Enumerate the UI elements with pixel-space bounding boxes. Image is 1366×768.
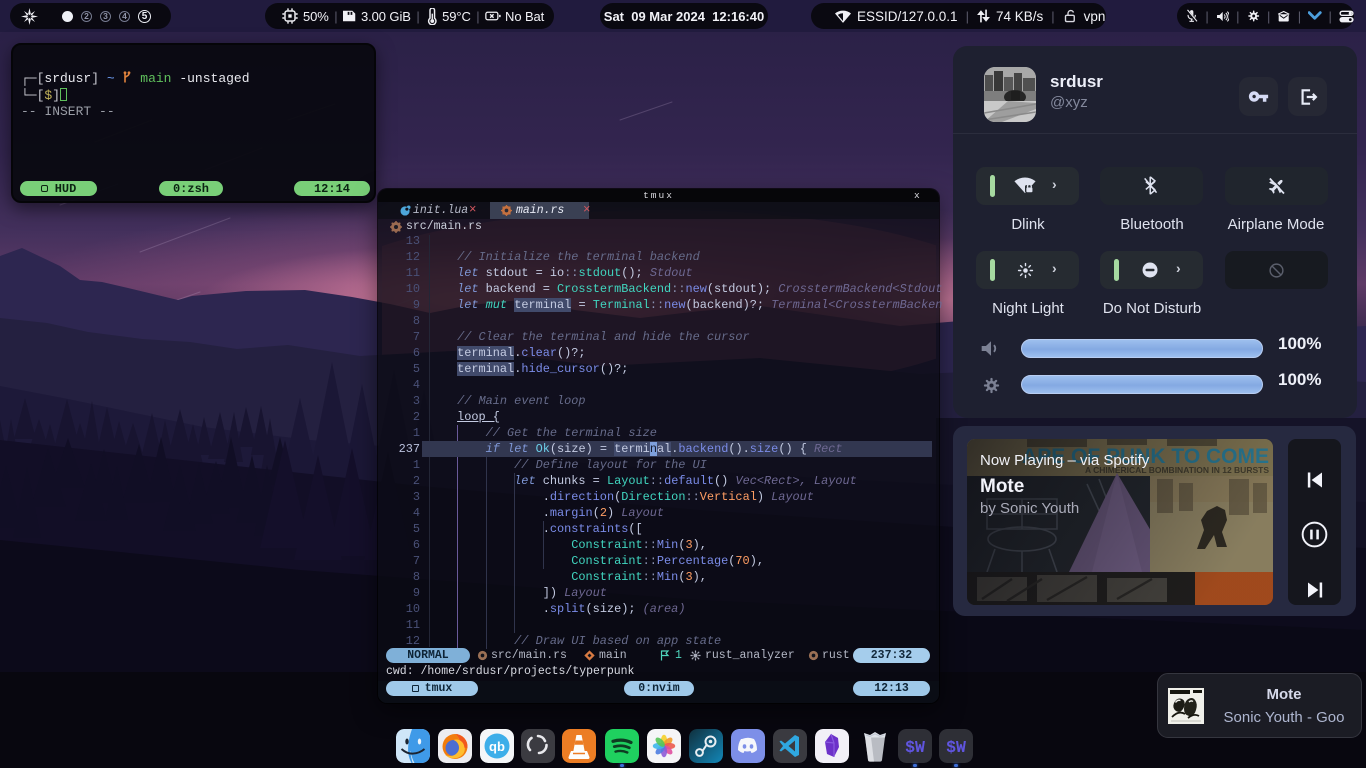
svg-text:$W: $W [905,738,925,757]
svg-text:$W: $W [946,738,966,757]
svg-text:qb: qb [489,739,505,754]
